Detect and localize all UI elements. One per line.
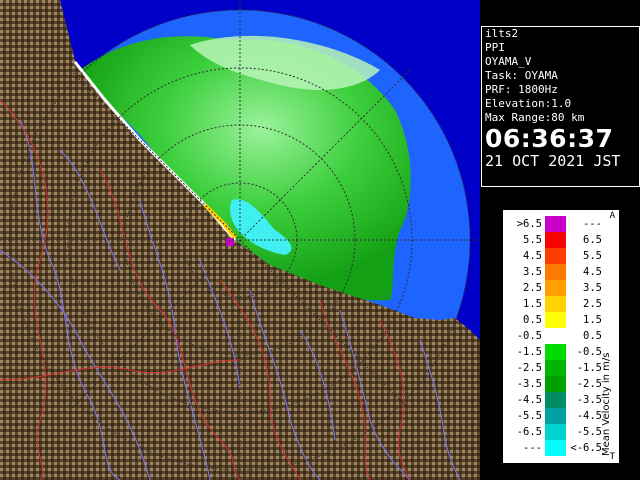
legend-low-value: -2.5 — [516, 362, 542, 374]
legend-low-value: 1.5 — [523, 298, 542, 310]
legend-color-swatch — [545, 424, 566, 440]
info-product: OYAMA_V — [485, 55, 532, 68]
legend-low-value: 2.5 — [523, 282, 542, 294]
info-task: Task: OYAMA — [485, 69, 558, 82]
legend-color-swatch — [545, 360, 566, 376]
legend-color-swatch — [545, 296, 566, 312]
legend-row: >6.5 --- — [507, 216, 603, 232]
legend-color-swatch — [545, 232, 566, 248]
legend-color-swatch — [545, 264, 566, 280]
legend-row: -5.5 -4.5 — [507, 408, 603, 424]
legend-row: 4.5 5.5 — [507, 248, 603, 264]
legend-low-value: 0.5 — [523, 314, 542, 326]
legend-row: -6.5 -5.5 — [507, 424, 603, 440]
legend-title: Mean Velocity in m/s — [601, 352, 612, 456]
legend-high-value: --- — [583, 218, 602, 230]
legend-low-value: -0.5 — [516, 330, 542, 342]
legend-low-value: -5.5 — [516, 410, 542, 422]
legend-color-swatch — [545, 376, 566, 392]
info-system: ilts2 — [485, 27, 519, 40]
radar-ppi-canvas — [0, 0, 480, 480]
legend-row: -0.5 0.5 — [507, 328, 603, 344]
legend-low-value: >6.5 — [516, 218, 542, 230]
legend-color-swatch — [545, 280, 566, 296]
info-panel: ilts2 PPI OYAMA_V Task: OYAMA PRF: 1800H… — [481, 26, 640, 187]
legend-color-swatch — [545, 408, 566, 424]
legend-low-value: -6.5 — [516, 426, 542, 438]
legend-high-value: 0.5 — [583, 330, 602, 342]
legend-high-value: -2.5 — [576, 378, 602, 390]
legend-high-value: 3.5 — [583, 282, 602, 294]
legend-high-value: <-6.5 — [570, 442, 602, 454]
velocity-legend: A >6.5 --- 5.5 6.5 4.5 5.5 3.5 4.5 2.5 3.5 1.5 2.5 0… — [502, 209, 620, 464]
legend-color-swatch — [545, 248, 566, 264]
legend-color-swatch — [545, 312, 566, 328]
legend-low-value: -3.5 — [516, 378, 542, 390]
info-date: 21 OCT 2021 JST — [485, 152, 621, 170]
legend-low-value: 3.5 — [523, 266, 542, 278]
legend-high-value: 6.5 — [583, 234, 602, 246]
legend-row: 5.5 6.5 — [507, 232, 603, 248]
legend-row: -4.5 -3.5 — [507, 392, 603, 408]
legend-color-swatch — [545, 328, 566, 344]
legend-low-value: --- — [523, 442, 542, 454]
legend-row: -3.5 -2.5 — [507, 376, 603, 392]
info-prf: PRF: 1800Hz — [485, 83, 558, 96]
legend-color-swatch — [545, 344, 566, 360]
legend-row: 0.5 1.5 — [507, 312, 603, 328]
legend-high-value: -5.5 — [576, 426, 602, 438]
legend-color-swatch — [545, 440, 566, 456]
info-time: 06:36:37 — [485, 124, 614, 153]
legend-row: --- <-6.5 — [507, 440, 603, 456]
legend-row: 2.5 3.5 — [507, 280, 603, 296]
legend-high-value: -1.5 — [576, 362, 602, 374]
magenta-echo — [226, 238, 234, 246]
legend-low-value: 5.5 — [523, 234, 542, 246]
legend-color-swatch — [545, 392, 566, 408]
legend-low-value: 4.5 — [523, 250, 542, 262]
legend-high-value: 2.5 — [583, 298, 602, 310]
legend-high-value: 4.5 — [583, 266, 602, 278]
legend-color-swatch — [545, 216, 566, 232]
legend-row: 3.5 4.5 — [507, 264, 603, 280]
legend-high-value: 5.5 — [583, 250, 602, 262]
legend-row: -1.5 -0.5 — [507, 344, 603, 360]
legend-corner-bottom: T — [609, 452, 615, 462]
info-max-range: Max Range:80 km — [485, 111, 585, 124]
radar-map — [0, 0, 480, 480]
legend-low-value: -4.5 — [516, 394, 542, 406]
legend-high-value: -4.5 — [576, 410, 602, 422]
legend-high-value: -3.5 — [576, 394, 602, 406]
info-scan-type: PPI — [485, 41, 505, 54]
legend-row: -2.5 -1.5 — [507, 360, 603, 376]
info-elevation: Elevation:1.0 — [485, 97, 572, 110]
legend-high-value: -0.5 — [576, 346, 602, 358]
legend-high-value: 1.5 — [583, 314, 602, 326]
legend-low-value: -1.5 — [516, 346, 542, 358]
legend-corner-top: A — [609, 211, 615, 221]
legend-row: 1.5 2.5 — [507, 296, 603, 312]
